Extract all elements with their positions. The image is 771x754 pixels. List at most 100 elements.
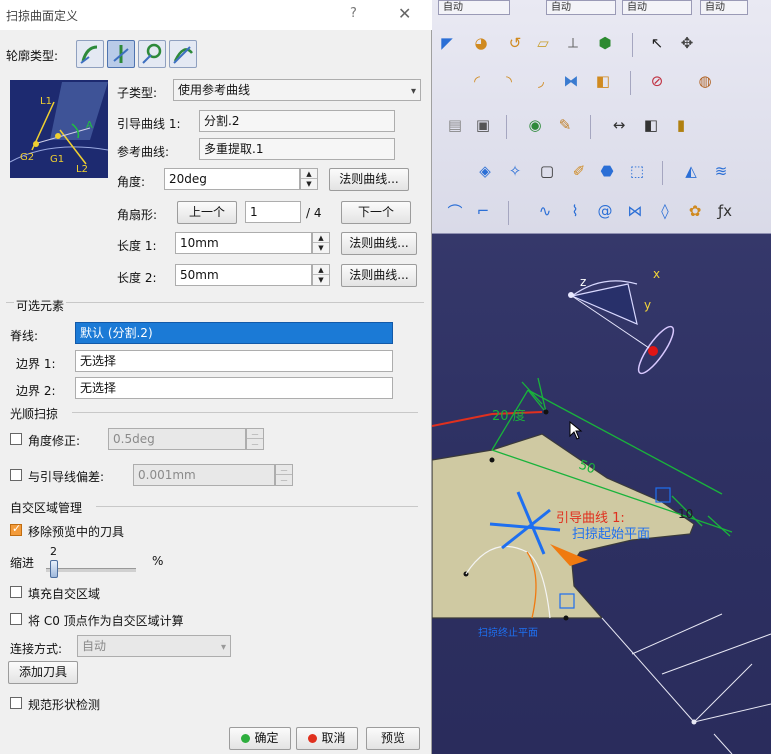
connection-select[interactable]: 自动 ▾	[77, 635, 231, 657]
spin-down-icon[interactable]: ▼	[313, 243, 329, 253]
analysis-icon[interactable]: ◉	[524, 114, 546, 136]
deviation-input[interactable]: 0.001mm	[133, 464, 275, 486]
spin-down-icon[interactable]: ▼	[313, 275, 329, 285]
offset-icon[interactable]: ▱	[532, 32, 554, 54]
wave-icon[interactable]: ≋	[710, 160, 732, 182]
help-button[interactable]: ?	[350, 6, 357, 21]
sector-index-input[interactable]: 1	[245, 201, 301, 223]
fly-icon[interactable]: ✥	[676, 32, 698, 54]
cancel-button[interactable]: 取消	[296, 727, 358, 750]
join-icon[interactable]: ✧	[504, 160, 526, 182]
boundary1-field[interactable]: 无选择	[75, 350, 393, 372]
fill-region-checkbox[interactable]	[10, 586, 22, 598]
battery-icon[interactable]: ▮	[670, 114, 692, 136]
axis-system-icon[interactable]: ⟂	[562, 32, 584, 54]
blend-icon[interactable]: ↺	[504, 32, 526, 54]
frame-icon[interactable]: ▣	[472, 114, 494, 136]
guide-curve-field[interactable]: 分割.2	[199, 110, 395, 132]
previous-sector-button[interactable]: 上一个	[177, 201, 237, 224]
spin-up-icon[interactable]: —	[276, 465, 292, 475]
length2-input[interactable]: 50mm	[175, 264, 312, 286]
length1-input[interactable]: 10mm	[175, 232, 312, 254]
length2-law-curve-button[interactable]: 法则曲线...	[341, 264, 417, 287]
next-sector-button[interactable]: 下一个	[341, 201, 411, 224]
toolbar-dropdown-3[interactable]: 自动	[622, 0, 692, 15]
angle-correction-checkbox[interactable]	[10, 433, 22, 445]
angle-law-curve-button[interactable]: 法则曲线...	[329, 168, 409, 191]
spiral-icon[interactable]: @	[594, 200, 616, 222]
point-marker[interactable]	[691, 719, 697, 725]
canonical-check-checkbox[interactable]	[10, 697, 22, 709]
edge-fillet-icon[interactable]: ◝	[498, 70, 520, 92]
preview-button[interactable]: 预览	[366, 727, 420, 750]
point-marker[interactable]	[543, 409, 549, 415]
variable-fillet-icon[interactable]: ◞	[530, 70, 552, 92]
length2-spinner[interactable]: ▲ ▼	[312, 264, 330, 286]
deviation-checkbox[interactable]	[10, 469, 22, 481]
dimension-icon[interactable]: ↔	[608, 114, 630, 136]
fillet-icon[interactable]: ◜	[466, 70, 488, 92]
extract-icon[interactable]: ⬢	[594, 32, 616, 54]
c0-vertex-checkbox[interactable]	[10, 613, 22, 625]
trim-icon[interactable]: ⬣	[596, 160, 618, 182]
dialog-title-bar[interactable]: 扫掠曲面定义 ? ✕	[0, 0, 432, 30]
spin-up-icon[interactable]: ▲	[301, 169, 317, 179]
face-face-fillet-icon[interactable]: ⧓	[560, 70, 582, 92]
corner-icon[interactable]: ⌐	[472, 200, 494, 222]
subtype-select[interactable]: 使用参考曲线 ▾	[173, 79, 421, 101]
profile-type-line-button[interactable]	[107, 40, 135, 68]
angle-spinner[interactable]: ▲ ▼	[300, 168, 318, 190]
circle-arc-icon[interactable]: ⌒	[444, 200, 466, 222]
spin-down-icon[interactable]: —	[276, 475, 292, 485]
length1-law-curve-button[interactable]: 法则曲线...	[341, 232, 417, 255]
angle-correction-input[interactable]: 0.5deg	[108, 428, 246, 450]
table-icon[interactable]: ▤	[444, 114, 466, 136]
toolbar-dropdown-1[interactable]: 自动	[438, 0, 510, 15]
render-icon[interactable]: ◭	[680, 160, 702, 182]
knowledge-icon[interactable]: ✎	[554, 114, 576, 136]
spine-field[interactable]: 默认 (分割.2)	[75, 322, 393, 344]
deviation-spinner[interactable]: — —	[275, 464, 293, 486]
toolbar-dropdown-4[interactable]: 自动	[700, 0, 748, 15]
spin-up-icon[interactable]: ▲	[313, 265, 329, 275]
apply-material-icon[interactable]: ◍	[694, 70, 716, 92]
ref-curve-field[interactable]: 多重提取.1	[199, 138, 395, 160]
ok-button[interactable]: 确定	[229, 727, 291, 750]
fill-icon[interactable]: ◕	[470, 32, 492, 54]
helix-icon[interactable]: ⌇	[564, 200, 586, 222]
intersection-icon[interactable]: ✿	[684, 200, 706, 222]
measure-icon[interactable]: ⊘	[646, 70, 668, 92]
spin-up-icon[interactable]: ▲	[313, 233, 329, 243]
profile-type-circle-button[interactable]	[138, 40, 166, 68]
polyline-icon[interactable]: ⋈	[624, 200, 646, 222]
remove-tools-checkbox[interactable]	[10, 522, 22, 536]
indent-slider-track[interactable]	[46, 568, 136, 572]
loft-icon[interactable]: ◈	[474, 160, 496, 182]
sweep-icon[interactable]: ◤	[436, 32, 458, 54]
length1-spinner[interactable]: ▲ ▼	[312, 232, 330, 254]
toolbar-dropdown-2[interactable]: 自动	[546, 0, 616, 15]
cube-icon[interactable]: ⬚	[626, 160, 648, 182]
add-tool-button[interactable]: 添加刀具	[8, 661, 78, 684]
boundary-icon[interactable]: ▢	[536, 160, 558, 182]
spin-down-icon[interactable]: ▼	[301, 179, 317, 189]
point-marker[interactable]	[489, 457, 495, 463]
3d-viewport[interactable]: z x y 20 度 50 10 引导曲线 1: 扫掠起始平面 扫掠终止平面	[432, 234, 771, 754]
spin-down-icon[interactable]: —	[247, 439, 263, 449]
profile-type-explicit-button[interactable]	[76, 40, 104, 68]
spline-icon[interactable]: ∿	[534, 200, 556, 222]
close-button[interactable]: ✕	[398, 4, 411, 23]
indent-slider-thumb[interactable]	[50, 560, 58, 578]
projection-icon[interactable]: ◊	[654, 200, 676, 222]
angle-input[interactable]: 20deg	[164, 168, 300, 190]
profile-type-conic-button[interactable]	[169, 40, 197, 68]
angle-correction-spinner[interactable]: — —	[246, 428, 264, 450]
point-marker[interactable]	[563, 615, 569, 621]
spin-up-icon[interactable]: —	[247, 429, 263, 439]
formula-icon[interactable]: ƒx	[714, 200, 736, 222]
select-arrow-icon[interactable]: ↖	[646, 32, 668, 54]
tritangent-fillet-icon[interactable]: ◧	[592, 70, 614, 92]
parameter-icon[interactable]: ◧	[640, 114, 662, 136]
split-icon[interactable]: ✐	[568, 160, 590, 182]
swept-surface[interactable]	[432, 433, 695, 619]
